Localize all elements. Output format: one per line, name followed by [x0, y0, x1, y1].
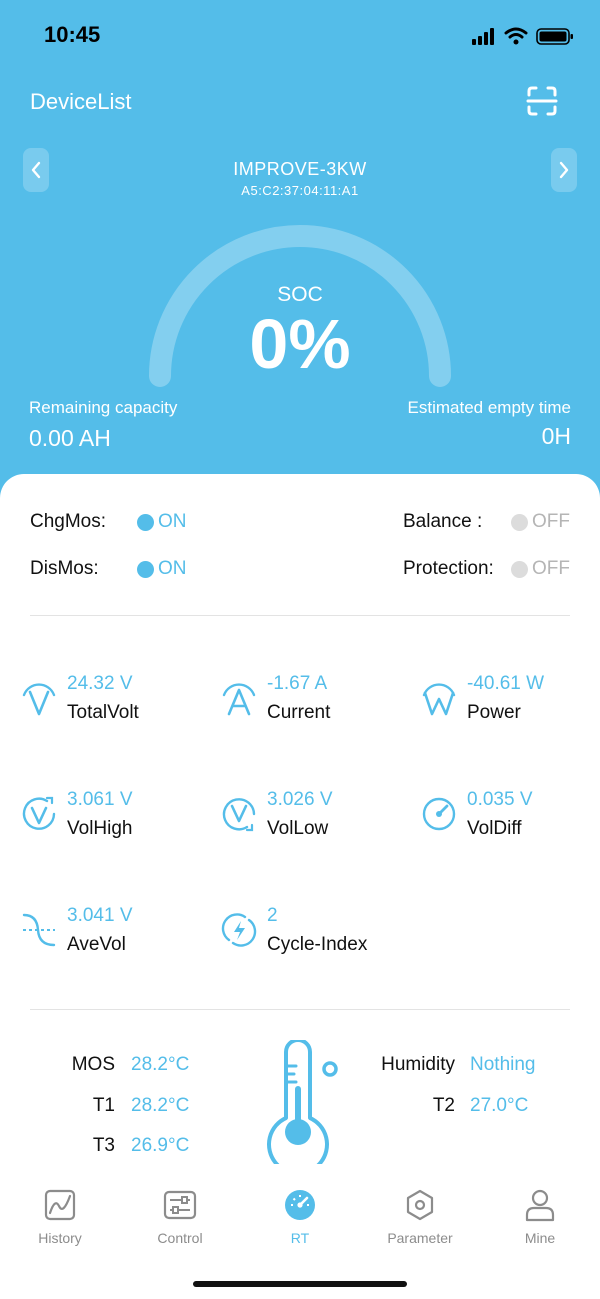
scan-icon[interactable]	[522, 81, 562, 121]
protection-indicator: OFF	[511, 558, 570, 580]
remaining-capacity-label: Remaining capacity	[29, 398, 178, 417]
mos-temp-label: MOS	[71, 1054, 115, 1075]
t2-temp-label: T2	[432, 1095, 455, 1116]
wave-icon	[22, 913, 56, 947]
sliders-icon	[163, 1190, 197, 1220]
cycle-icon	[221, 913, 257, 947]
metric-label: Cycle-Index	[267, 934, 368, 955]
metric-value: 3.061 V	[67, 789, 133, 810]
tab-control[interactable]: Control	[120, 1188, 240, 1246]
tab-label: History	[38, 1230, 82, 1246]
t1-temp-label: T1	[92, 1095, 115, 1116]
humidity-value: Nothing	[470, 1054, 536, 1075]
tab-label: Control	[157, 1230, 203, 1246]
tab-parameter[interactable]: Parameter	[360, 1188, 480, 1246]
status-time: 10:45	[44, 22, 101, 47]
voltage-low-icon	[222, 798, 256, 832]
speedometer-icon	[285, 1190, 315, 1220]
user-icon	[525, 1189, 555, 1222]
status-dot	[511, 513, 528, 531]
voltage-high-icon	[22, 796, 56, 830]
metric-label: VolLow	[267, 818, 329, 839]
device-list-link[interactable]: DeviceList	[30, 89, 131, 115]
metric-value: 24.32 V	[67, 673, 133, 694]
metric-label: Current	[267, 702, 331, 723]
metric-label: TotalVolt	[67, 702, 139, 723]
current-icon	[222, 683, 256, 716]
tab-mine[interactable]: Mine	[480, 1188, 600, 1246]
metric-value: -1.67 A	[267, 673, 328, 694]
divider	[30, 615, 570, 616]
t3-temp-label: T3	[92, 1135, 115, 1156]
metric-value: 3.026 V	[267, 789, 333, 810]
device-name: IMPROVE-3KW	[233, 159, 367, 179]
balance-indicator: OFF	[511, 511, 570, 533]
tab-history[interactable]: History	[0, 1188, 120, 1246]
soc-value: 0%	[249, 305, 351, 383]
dismos-indicator: ON	[137, 558, 187, 580]
status-dot	[137, 513, 154, 531]
tab-rt[interactable]: RT	[240, 1188, 360, 1246]
metric-value: -40.61 W	[467, 673, 545, 694]
metric-value: 3.041 V	[67, 905, 133, 926]
header-panel: 10:45 DeviceList IMPROVE-3KW A5:C2:37:04…	[0, 0, 600, 520]
remaining-capacity-value: 0.00 AH	[29, 425, 111, 451]
metric-value: 0.035 V	[467, 789, 533, 810]
device-mac: A5:C2:37:04:11:A1	[241, 183, 359, 198]
t2-temp-value: 27.0°C	[470, 1095, 529, 1116]
tab-label: Parameter	[387, 1230, 453, 1246]
dismos-label: DisMos:	[30, 558, 99, 579]
balance-label: Balance :	[403, 511, 483, 532]
home-indicator	[193, 1281, 407, 1287]
tab-label: RT	[290, 1230, 310, 1246]
t1-temp-value: 28.2°C	[131, 1095, 190, 1116]
hexagon-icon	[406, 1189, 434, 1221]
protection-label: Protection:	[403, 558, 494, 579]
metric-label: VolHigh	[67, 818, 133, 839]
chart-icon	[44, 1189, 76, 1221]
status-dot	[511, 560, 528, 578]
status-dot	[137, 560, 154, 578]
details-card	[0, 474, 600, 1299]
power-icon	[422, 683, 456, 716]
gauge-icon	[422, 797, 456, 831]
thermometer-icon	[267, 1040, 338, 1164]
tab-label: Mine	[524, 1230, 556, 1246]
metric-label: Power	[467, 702, 521, 723]
chgmos-indicator: ON	[137, 511, 187, 533]
voltage-icon	[22, 683, 56, 716]
metric-label: AveVol	[67, 934, 126, 955]
chgmos-label: ChgMos:	[30, 511, 107, 532]
metric-label: VolDiff	[467, 818, 522, 839]
mos-temp-value: 28.2°C	[131, 1054, 190, 1075]
estimated-empty-label: Estimated empty time	[407, 398, 571, 417]
divider	[30, 1009, 570, 1010]
tab-bar: History Control RT Parameter Mine	[0, 1180, 600, 1260]
status-icons	[472, 27, 573, 45]
estimated-empty-value: 0H	[541, 423, 571, 449]
t3-temp-value: 26.9°C	[131, 1135, 190, 1156]
soc-label: SOC	[277, 283, 323, 306]
humidity-label: Humidity	[381, 1054, 455, 1075]
metric-value: 2	[267, 905, 278, 926]
